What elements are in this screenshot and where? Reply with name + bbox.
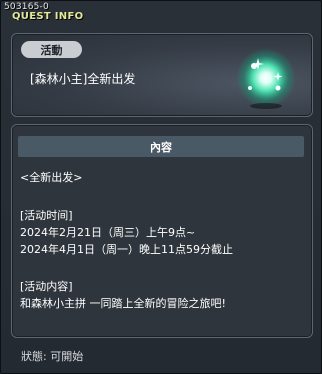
quest-header-panel: 活動 [森林小主]全新出发 bbox=[11, 33, 313, 117]
content-line: [活动时间] bbox=[20, 209, 73, 222]
quest-info-window: 503165-0 QUEST INFO 活動 [森林小主]全新出发 內容 <全新… bbox=[0, 0, 322, 374]
category-badge: 活動 bbox=[21, 41, 82, 58]
content-line: 2024年2月21日（周三）上午9点~ bbox=[20, 226, 196, 239]
content-line: 和森林小主拼 一同踏上全新的冒险之旅吧! bbox=[20, 297, 226, 310]
content-line: <全新出发> bbox=[20, 171, 83, 184]
content-line: 2024年4月1日（周一）晚上11点59分截止 bbox=[20, 243, 233, 256]
sparkle-orb-icon bbox=[236, 48, 296, 109]
quest-status: 狀態: 可開始 bbox=[21, 350, 84, 363]
quest-title: [森林小主]全新出发 bbox=[30, 72, 136, 86]
window-title: QUEST INFO bbox=[12, 11, 84, 22]
content-line: [活动内容] bbox=[20, 280, 73, 293]
content-section-title: 內容 bbox=[18, 136, 304, 157]
